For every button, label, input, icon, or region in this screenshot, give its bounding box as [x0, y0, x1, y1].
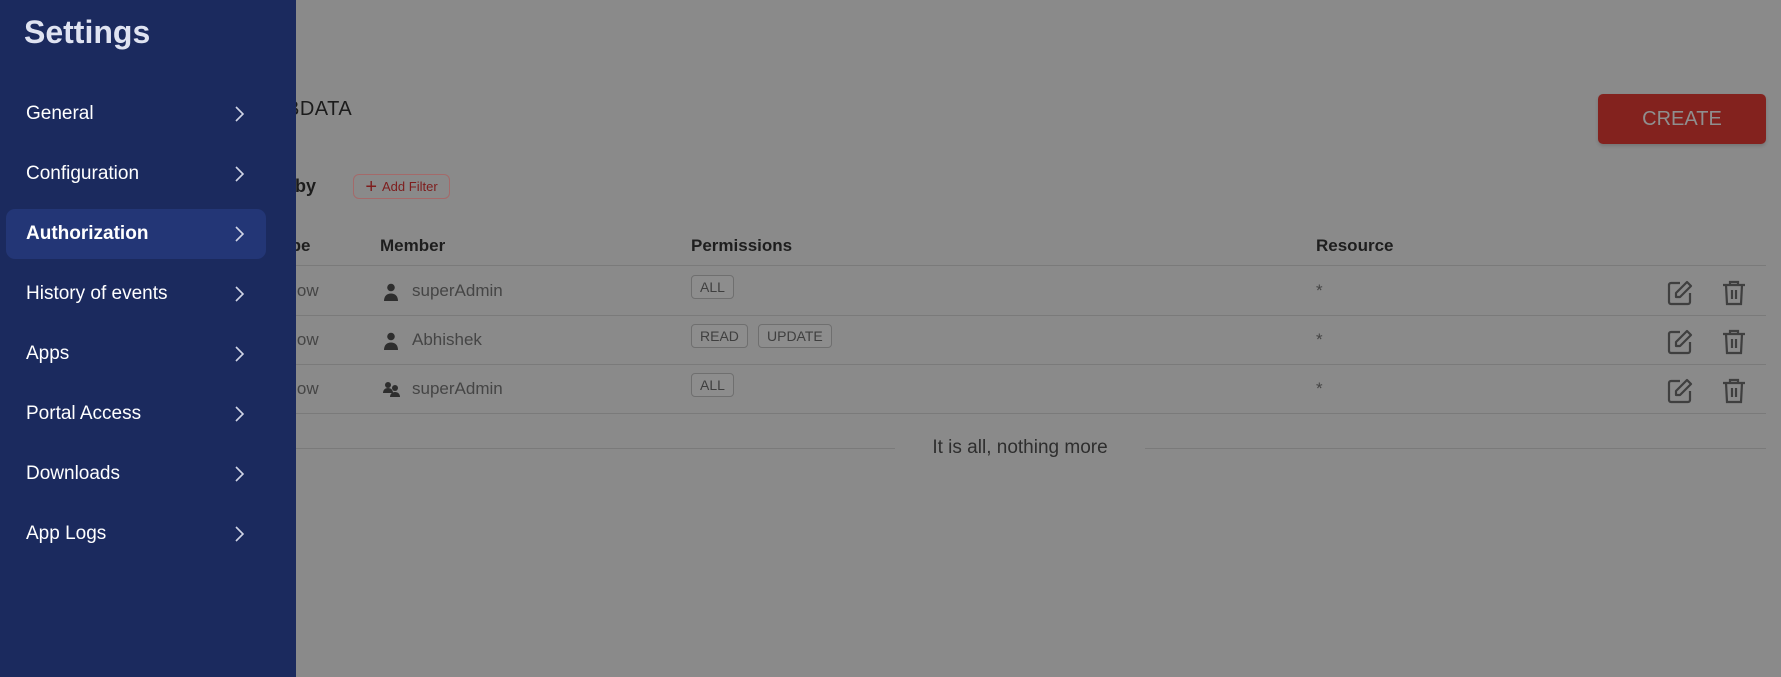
permission-badge: UPDATE [758, 324, 832, 348]
chevron-right-icon [235, 346, 244, 362]
resource-cell: * [1316, 379, 1323, 398]
chevron-right-icon [235, 526, 244, 542]
sidebar-item-label: Apps [26, 343, 70, 364]
sidebar-item-downloads[interactable]: Downloads [6, 449, 266, 499]
chevron-right-icon [235, 106, 244, 122]
permission-badge: READ [691, 324, 748, 348]
divider [270, 364, 1766, 365]
trash-icon[interactable] [1722, 329, 1746, 360]
edit-icon[interactable] [1667, 378, 1693, 409]
divider [270, 448, 895, 449]
permission-badge: ALL [691, 275, 734, 299]
sidebar-item-label: General [26, 103, 94, 124]
column-header-resource[interactable]: Resource [1316, 236, 1393, 256]
sidebar-item-authorization[interactable]: Authorization [6, 209, 266, 259]
chevron-right-icon [235, 166, 244, 182]
chevron-right-icon [235, 226, 244, 242]
column-header-member[interactable]: Member [380, 236, 445, 256]
add-filter-button[interactable]: + Add Filter [353, 174, 450, 199]
trash-icon[interactable] [1722, 280, 1746, 311]
column-header-permissions[interactable]: Permissions [691, 236, 792, 256]
permission-badge: ALL [691, 373, 734, 397]
sidebar-item-label: Portal Access [26, 403, 142, 424]
sidebar-item-label: History of events [26, 283, 168, 304]
divider [270, 265, 1766, 266]
chevron-right-icon [235, 406, 244, 422]
chevron-right-icon [235, 466, 244, 482]
add-filter-label: Add Filter [382, 179, 438, 194]
end-of-list-text: It is all, nothing more [932, 437, 1108, 458]
resource-cell: * [1316, 330, 1323, 349]
sidebar-item-label: Downloads [26, 463, 120, 484]
resource-cell: * [1316, 281, 1323, 300]
edit-icon[interactable] [1667, 280, 1693, 311]
plus-icon: + [365, 175, 378, 198]
sidebar-item-configuration[interactable]: Configuration [6, 149, 266, 199]
sidebar-item-history-of-events[interactable]: History of events [6, 269, 266, 319]
sidebar-item-general[interactable]: General [6, 89, 266, 139]
sidebar-item-portal-access[interactable]: Portal Access [6, 389, 266, 439]
sidebar-title: Settings [24, 14, 151, 50]
member-cell: superAdmin [412, 281, 503, 300]
user-icon [383, 332, 399, 355]
trash-icon[interactable] [1722, 378, 1746, 409]
member-cell: Abhishek [412, 330, 482, 349]
sidebar-item-label: Configuration [26, 163, 140, 184]
sidebar-item-apps[interactable]: Apps [6, 329, 266, 379]
user-icon [383, 283, 399, 306]
divider [270, 315, 1766, 316]
member-cell: superAdmin [412, 379, 503, 398]
create-button[interactable]: CREATE [1598, 94, 1766, 144]
sidebar-item-app-logs[interactable]: App Logs [6, 509, 266, 559]
settings-sidebar: Settings General Configuration Authoriza… [0, 0, 296, 677]
divider [270, 413, 1766, 414]
sidebar-item-label: App Logs [26, 523, 107, 544]
group-icon [383, 381, 401, 402]
edit-icon[interactable] [1667, 329, 1693, 360]
chevron-right-icon [235, 286, 244, 302]
sidebar-item-label: Authorization [26, 223, 149, 244]
divider [1145, 448, 1766, 449]
